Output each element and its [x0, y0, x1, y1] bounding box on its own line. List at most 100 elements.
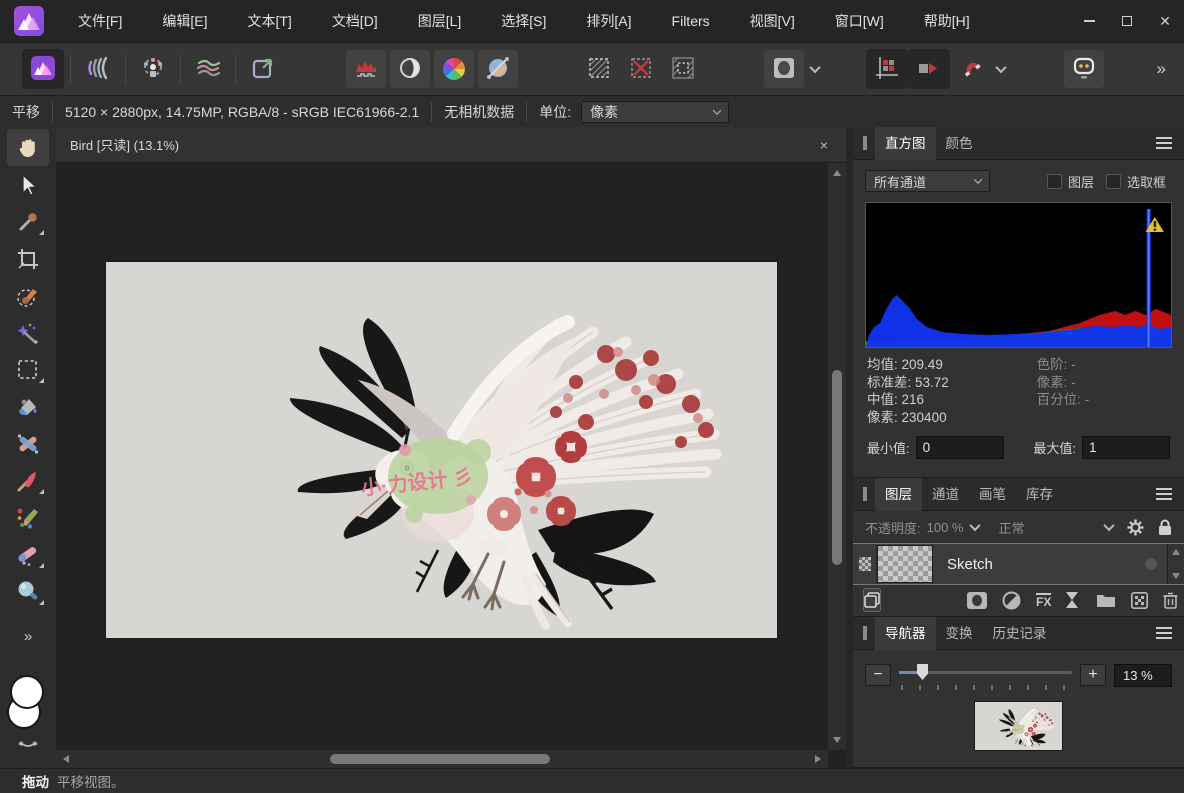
canvas-viewport[interactable]: 小·力设计 彡	[56, 163, 828, 750]
assistant-manager-button[interactable]	[1064, 50, 1104, 88]
mask-vignette-button[interactable]	[764, 50, 804, 88]
duplicate-layer-button[interactable]	[863, 588, 881, 612]
tab-histogram[interactable]: 直方图	[875, 127, 936, 160]
tab-stock[interactable]: 库存	[1016, 478, 1063, 511]
menu-select[interactable]: 选择[S]	[481, 0, 566, 42]
group-layers-button[interactable]	[1096, 592, 1116, 608]
paint-brush-tool[interactable]	[7, 462, 49, 499]
color-replacement-brush-tool[interactable]	[7, 499, 49, 536]
invert-selection-button[interactable]	[662, 49, 704, 89]
scroll-down-arrow[interactable]	[1172, 573, 1180, 579]
color-picker-tool[interactable]	[7, 203, 49, 240]
develop-persona-button[interactable]	[132, 49, 174, 89]
gear-icon[interactable]	[1127, 519, 1144, 536]
scroll-down-arrow[interactable]	[833, 737, 841, 743]
tab-history[interactable]: 历史记录	[983, 617, 1057, 650]
auto-colors-button[interactable]	[434, 50, 474, 88]
layer-effects-button[interactable]: FX	[1036, 593, 1051, 608]
document-close-button[interactable]: ×	[816, 137, 832, 153]
fill-tool[interactable]	[7, 388, 49, 425]
min-value-input[interactable]	[916, 436, 1004, 459]
panel-resize-gutter[interactable]	[846, 127, 853, 768]
menu-arrange[interactable]: 排列[A]	[566, 0, 651, 42]
document-tab[interactable]: Bird [只读] (13.1%) ×	[56, 127, 846, 162]
units-dropdown[interactable]: 像素	[581, 101, 729, 123]
lock-icon[interactable]	[1158, 519, 1172, 536]
maximize-button[interactable]	[1108, 0, 1146, 42]
view-pan-tool[interactable]	[7, 129, 49, 166]
menu-edit[interactable]: 编辑[E]	[142, 0, 227, 42]
menu-layer[interactable]: 图层[L]	[398, 0, 482, 42]
delete-layer-button[interactable]	[1163, 592, 1178, 609]
marquee-select-tool[interactable]	[7, 351, 49, 388]
auto-levels-button[interactable]	[346, 50, 386, 88]
zoom-in-button[interactable]: +	[1080, 664, 1106, 686]
layer-alpha-toggle[interactable]	[853, 544, 877, 584]
layer-name[interactable]: Sketch	[933, 544, 1145, 584]
panel-menu-icon[interactable]	[1156, 627, 1172, 639]
tab-color[interactable]: 颜色	[936, 127, 983, 160]
tab-brushes[interactable]: 画笔	[969, 478, 1016, 511]
menu-window[interactable]: 窗口[W]	[815, 0, 904, 42]
minimize-button[interactable]	[1070, 0, 1108, 42]
zoom-value-field[interactable]: 13 %	[1114, 664, 1172, 687]
channel-dropdown[interactable]: 所有通道	[865, 170, 990, 192]
swap-colors-icon[interactable]	[17, 739, 39, 751]
panel-grip-icon[interactable]	[863, 626, 867, 640]
export-persona-button[interactable]	[242, 49, 284, 89]
menu-text[interactable]: 文本[T]	[227, 0, 311, 42]
layer-list-scrollbar[interactable]	[1167, 544, 1184, 584]
close-button[interactable]: ✕	[1146, 0, 1184, 42]
menu-document[interactable]: 文档[D]	[312, 0, 398, 42]
vertical-scroll-thumb[interactable]	[832, 370, 842, 565]
snapping-options-chevron[interactable]	[992, 50, 1010, 88]
max-value-input[interactable]	[1082, 436, 1170, 459]
zoom-out-button[interactable]: −	[865, 664, 891, 686]
scroll-right-arrow[interactable]	[815, 755, 821, 763]
smudge-tool[interactable]	[7, 425, 49, 462]
layer-thumbnail[interactable]	[877, 545, 933, 583]
select-all-button[interactable]	[578, 49, 620, 89]
assistant-alignment-button[interactable]	[866, 49, 908, 89]
menu-help[interactable]: 帮助[H]	[904, 0, 990, 42]
blur-tool[interactable]	[7, 573, 49, 610]
auto-white-balance-button[interactable]	[478, 50, 518, 88]
tab-layers[interactable]: 图层	[875, 478, 922, 511]
blend-mode-chevron[interactable]	[1103, 520, 1114, 531]
document-page[interactable]: 小·力设计 彡	[106, 262, 777, 638]
zoom-slider-handle[interactable]	[917, 664, 928, 680]
layer-checkbox[interactable]	[1047, 174, 1062, 189]
tab-channels[interactable]: 通道	[922, 478, 969, 511]
scroll-up-arrow[interactable]	[833, 170, 841, 176]
tools-overflow-button[interactable]: »	[24, 628, 32, 645]
menu-view[interactable]: 视图[V]	[730, 0, 815, 42]
menu-filters[interactable]: Filters	[652, 0, 730, 42]
adjustment-layer-button[interactable]	[1002, 591, 1021, 610]
horizontal-scroll-thumb[interactable]	[330, 754, 550, 764]
panel-menu-icon[interactable]	[1156, 137, 1172, 149]
opacity-dropdown[interactable]: 100 %	[927, 520, 979, 535]
scroll-left-arrow[interactable]	[63, 755, 69, 763]
layer-visibility-toggle[interactable]	[1145, 558, 1157, 570]
snapping-button[interactable]	[950, 49, 992, 89]
navigator-thumbnail[interactable]	[975, 702, 1062, 750]
liquify-persona-button[interactable]	[77, 49, 119, 89]
mask-options-chevron[interactable]	[806, 50, 824, 88]
mask-layer-button[interactable]	[967, 592, 987, 609]
horizontal-scrollbar[interactable]	[56, 750, 828, 768]
panel-menu-icon[interactable]	[1156, 488, 1172, 500]
menu-file[interactable]: 文件[F]	[58, 0, 142, 42]
photo-persona-button[interactable]	[22, 49, 64, 89]
vertical-scrollbar[interactable]	[828, 163, 846, 750]
new-pixel-layer-button[interactable]	[1131, 592, 1148, 609]
marquee-checkbox[interactable]	[1106, 174, 1121, 189]
eraser-tool[interactable]	[7, 536, 49, 573]
auto-contrast-button[interactable]	[390, 50, 430, 88]
zoom-slider[interactable]	[899, 662, 1072, 688]
move-tool[interactable]	[7, 166, 49, 203]
panel-grip-icon[interactable]	[863, 136, 867, 150]
move-forward-button[interactable]	[908, 49, 950, 89]
panel-grip-icon[interactable]	[863, 487, 867, 501]
crop-tool[interactable]	[7, 240, 49, 277]
flood-select-tool[interactable]	[7, 314, 49, 351]
